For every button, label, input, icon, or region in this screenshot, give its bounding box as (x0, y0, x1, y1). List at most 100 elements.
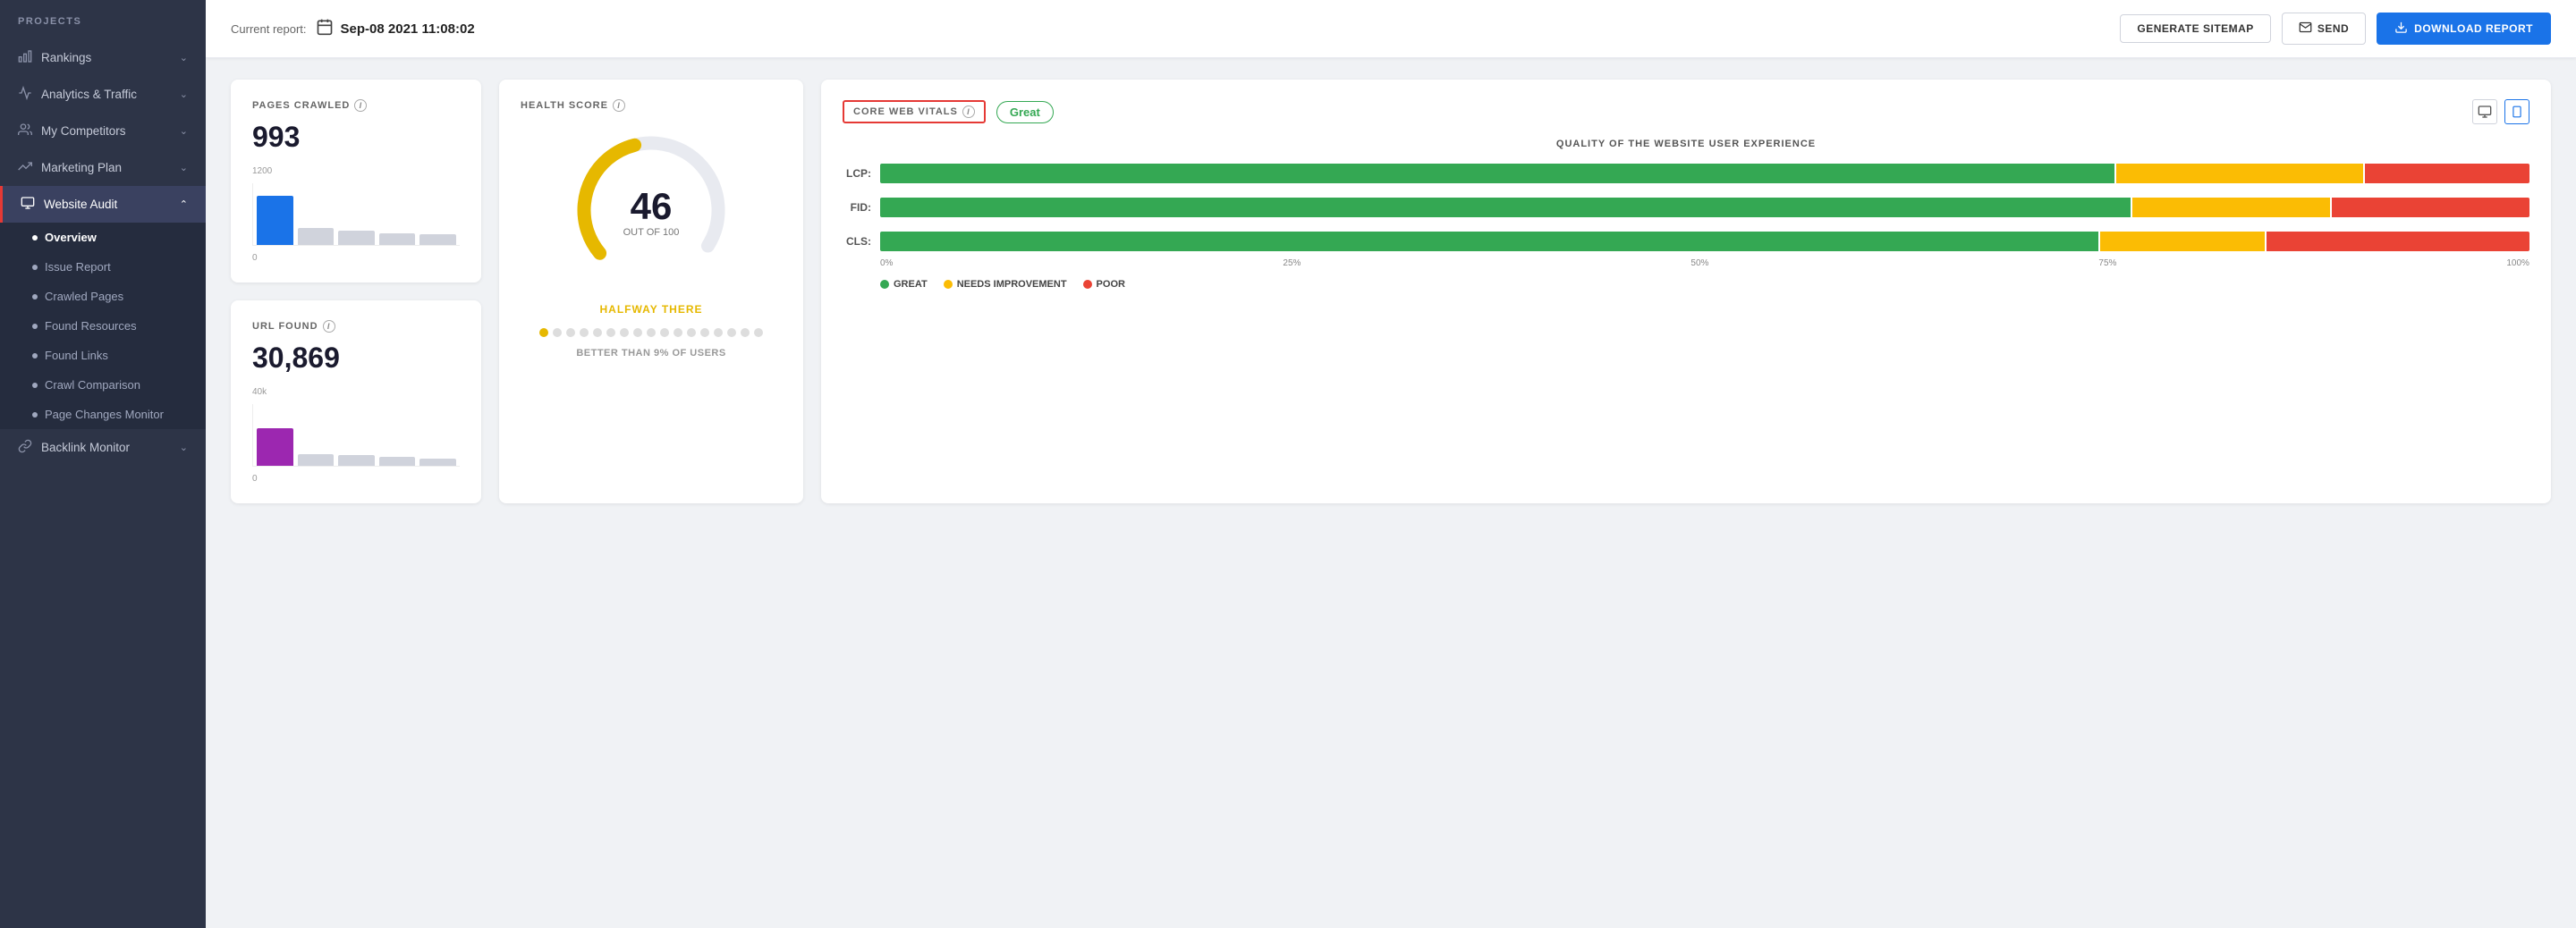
cwv-bar-track (880, 198, 2529, 217)
sub-item-label-page-changes: Page Changes Monitor (45, 408, 164, 421)
activity-icon (18, 86, 32, 103)
sidebar-sub-item-found-links[interactable]: Found Links (0, 341, 206, 370)
legend-label: NEEDS IMPROVEMENT (957, 279, 1067, 290)
url-found-info-icon[interactable]: i (323, 320, 335, 333)
sub-item-label-crawled-pages: Crawled Pages (45, 290, 123, 303)
send-icon (2299, 21, 2312, 37)
cwv-badge: Great (996, 101, 1054, 123)
url-chart-label-min: 0 (252, 474, 460, 484)
legend-dot (944, 280, 953, 289)
dot (32, 294, 38, 299)
health-score-title: HEALTH SCORE i (521, 99, 625, 112)
cwv-seg-red (2365, 164, 2529, 183)
active-dot (32, 235, 38, 240)
mobile-icon-button[interactable] (2504, 99, 2529, 124)
better-than-text: BETTER THAN 9% OF USERS (576, 348, 725, 359)
cwv-seg-green (880, 232, 2098, 251)
legend-label: GREAT (894, 279, 928, 290)
sidebar-item-label-marketing: Marketing Plan (41, 161, 122, 174)
left-column: PAGES CRAWLED i 993 1200 0 URL FOUN (231, 80, 481, 503)
health-score-card: HEALTH SCORE i 46 OUT OF 100 HALFWAY THE… (499, 80, 803, 503)
legend-item: GREAT (880, 279, 928, 290)
sidebar-item-analytics[interactable]: Analytics & Traffic ⌄ (0, 76, 206, 113)
sidebar-sub-item-found-resources[interactable]: Found Resources (0, 311, 206, 341)
generate-sitemap-button[interactable]: GENERATE SITEMAP (2120, 14, 2270, 43)
progress-dots (539, 328, 763, 337)
cwv-title-text: CORE WEB VITALS (853, 106, 958, 117)
download-report-button[interactable]: DOWNLOAD REPORT (2377, 13, 2551, 45)
sidebar-item-label-competitors: My Competitors (41, 124, 126, 138)
bar (379, 457, 416, 466)
bar (419, 234, 456, 245)
cwv-bar-row: LCP: (843, 164, 2529, 183)
cwv-bar-track (880, 164, 2529, 183)
sub-item-label-found-links: Found Links (45, 349, 108, 362)
url-bar-area (252, 404, 460, 467)
cwv-axis-label: 100% (2506, 258, 2529, 268)
content-area: PAGES CRAWLED i 993 1200 0 URL FOUN (206, 58, 2576, 525)
sidebar-item-label-website-audit: Website Audit (44, 198, 117, 211)
chevron-up-icon: ⌃ (180, 198, 188, 210)
dot (32, 324, 38, 329)
report-date-value: Sep-08 2021 11:08:02 (341, 21, 475, 37)
progress-dot (700, 328, 709, 337)
sidebar-item-competitors[interactable]: My Competitors ⌄ (0, 113, 206, 149)
bar (257, 428, 293, 466)
dot (32, 265, 38, 270)
sidebar-sub-item-crawled-pages[interactable]: Crawled Pages (0, 282, 206, 311)
core-web-vitals-card: CORE WEB VITALS i Great QUALITY OF THE W… (821, 80, 2551, 503)
send-button[interactable]: SEND (2282, 13, 2366, 45)
sidebar-item-rankings[interactable]: Rankings ⌄ (0, 39, 206, 76)
cwv-title: CORE WEB VITALS i (843, 100, 986, 123)
url-found-title: URL FOUND i (252, 320, 460, 333)
topbar-actions: GENERATE SITEMAP SEND DOWNLOAD REPORT (2120, 13, 2551, 45)
pages-crawled-title: PAGES CRAWLED i (252, 99, 460, 112)
sidebar-sub-item-page-changes[interactable]: Page Changes Monitor (0, 400, 206, 429)
sidebar-item-marketing[interactable]: Marketing Plan ⌄ (0, 149, 206, 186)
trending-icon (18, 159, 32, 176)
url-found-card: URL FOUND i 30,869 40k 0 (231, 300, 481, 503)
cwv-axis-label: 0% (880, 258, 893, 268)
sub-item-label-overview: Overview (45, 231, 97, 244)
url-found-chart: 40k 0 (252, 387, 460, 484)
sidebar-sub-item-issue-report[interactable]: Issue Report (0, 252, 206, 282)
legend-item: NEEDS IMPROVEMENT (944, 279, 1067, 290)
report-label: Current report: (231, 22, 307, 36)
send-button-label: SEND (2318, 22, 2349, 35)
chevron-icon: ⌄ (180, 442, 188, 453)
health-score-info-icon[interactable]: i (613, 99, 625, 112)
sidebar-item-backlink[interactable]: Backlink Monitor ⌄ (0, 429, 206, 466)
legend-label: POOR (1097, 279, 1125, 290)
report-date: Sep-08 2021 11:08:02 (316, 18, 475, 39)
cwv-bar-row: CLS: (843, 232, 2529, 251)
cwv-bar-row: FID: (843, 198, 2529, 217)
progress-dot (539, 328, 548, 337)
sidebar-item-label-analytics: Analytics & Traffic (41, 88, 137, 101)
dot (32, 353, 38, 359)
gauge-number: 46 (623, 188, 680, 225)
sub-item-label-found-resources: Found Resources (45, 319, 137, 333)
bar (298, 228, 335, 246)
sidebar-item-website-audit[interactable]: Website Audit ⌃ (0, 186, 206, 223)
gauge-out-of: OUT OF 100 (623, 227, 680, 238)
progress-dot (714, 328, 723, 337)
bar (338, 231, 375, 245)
cwv-bar-track (880, 232, 2529, 251)
sidebar-sub-item-crawl-comparison[interactable]: Crawl Comparison (0, 370, 206, 400)
download-button-label: DOWNLOAD REPORT (2414, 22, 2533, 35)
sidebar-sub-item-overview[interactable]: Overview (0, 223, 206, 252)
url-found-value: 30,869 (252, 342, 460, 375)
cwv-info-icon[interactable]: i (962, 105, 975, 118)
pages-crawled-card: PAGES CRAWLED i 993 1200 0 (231, 80, 481, 283)
main-content: Current report: Sep-08 2021 11:08:02 GEN… (206, 0, 2576, 928)
progress-dot (566, 328, 575, 337)
pages-bar-area (252, 183, 460, 246)
cwv-axis-label: 25% (1283, 258, 1301, 268)
chart-label-max: 1200 (252, 166, 460, 176)
better-than-percent: 9% (654, 348, 669, 359)
progress-dot (606, 328, 615, 337)
pages-crawled-info-icon[interactable]: i (354, 99, 367, 112)
dot (32, 383, 38, 388)
desktop-icon-button[interactable] (2472, 99, 2497, 124)
progress-dot (741, 328, 750, 337)
